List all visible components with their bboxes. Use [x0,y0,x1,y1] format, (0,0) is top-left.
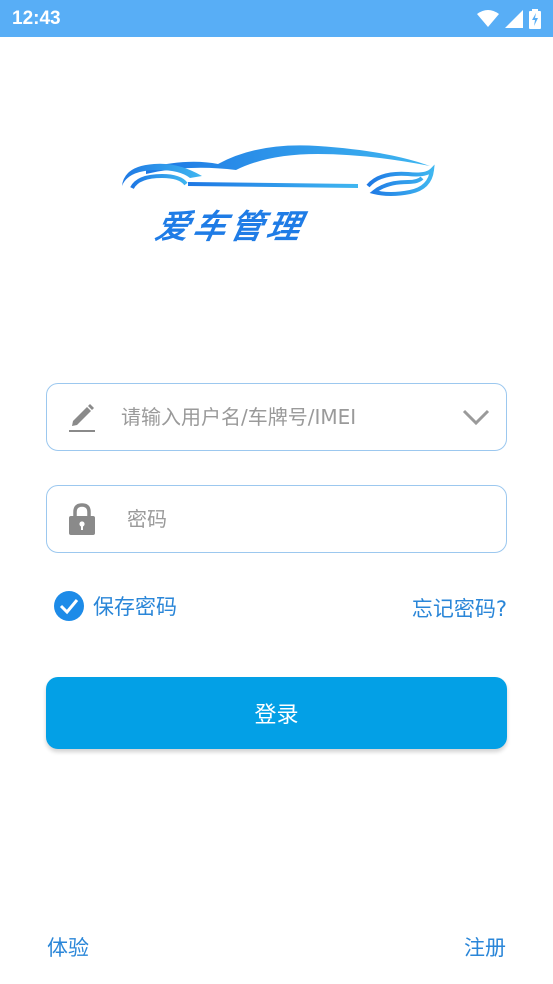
forgot-password-link[interactable]: 忘记密码? [412,593,507,623]
signal-icon [505,9,523,28]
chevron-down-icon[interactable] [446,408,506,426]
wifi-icon [477,9,499,27]
username-field[interactable] [46,383,507,451]
status-bar: 12:43 [0,0,553,37]
password-field[interactable] [46,485,507,553]
register-link[interactable]: 注册 [464,932,506,962]
password-input[interactable] [117,486,506,552]
pencil-icon [47,401,117,433]
status-time: 12:43 [12,7,61,29]
trial-link[interactable]: 体验 [47,932,89,962]
battery-charging-icon [529,8,541,29]
login-button[interactable]: 登录 [46,677,507,749]
remember-password-checkbox[interactable]: 保存密码 [53,590,177,622]
status-icons [477,8,541,29]
remember-password-label: 保存密码 [93,595,177,619]
username-input[interactable] [117,384,446,450]
lock-icon [47,502,117,536]
logo-text: 爱车管理 [152,207,309,246]
check-circle-icon[interactable] [53,590,85,622]
